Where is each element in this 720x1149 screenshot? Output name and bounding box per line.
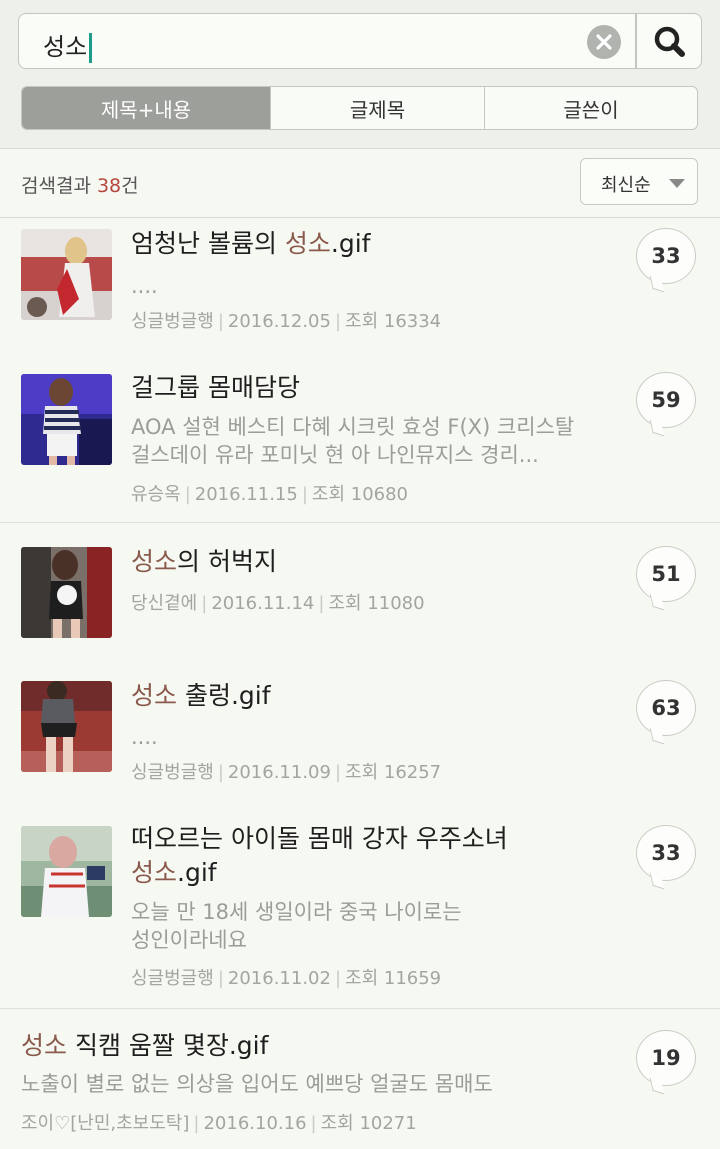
post-author: 조이♡[난민,초보도탁] [21,1113,190,1134]
post-title[interactable]: 엄청난 볼륨의 성소.gif [131,227,371,261]
post-preview-line2: 걸스데이 유라 포미닛 현 아 나인뮤지스 경리... [131,443,539,467]
post-meta: 싱글벙글행 | 2016.12.05 | 조회 16334 [131,311,442,332]
list-item[interactable]: 엄청난 볼륨의 성소.gif .... 싱글벙글행 | 2016.12.05 | 조회 … [0,219,720,349]
post-views: 조회 16334 [345,311,442,332]
comment-count-badge[interactable]: 19 [636,1030,696,1086]
comment-count-badge[interactable]: 51 [636,546,696,602]
tab-author[interactable]: 글쓴이 [484,87,697,129]
post-views: 조회 10271 [320,1113,417,1134]
post-preview-line2: 성인이라네요 [131,928,247,952]
list-item[interactable]: 성소 출렁.gif .... 싱글벙글행 | 2016.11.09 | 조회 16257… [0,660,720,803]
post-title[interactable]: 성소 출렁.gif [131,679,271,713]
list-item[interactable]: 걸그룹 몸매담당 AOA 설현 베스티 다혜 시크릿 효성 F(X) 크리스탈 … [0,349,720,522]
result-count: 검색결과 38건 [21,175,139,197]
post-meta: 유승옥 | 2016.11.15 | 조회 10680 [131,484,409,505]
post-date: 2016.11.09 [227,762,331,783]
post-preview: 노출이 별로 없는 의상을 입어도 예쁘당 얼굴도 몸매도 [21,1072,493,1096]
chevron-down-icon [669,179,685,188]
post-views: 조회 11659 [345,968,442,989]
post-views: 조회 16257 [345,762,442,783]
post-date: 2016.11.02 [227,968,331,989]
post-author: 싱글벙글행 [131,968,214,989]
comment-count-badge[interactable]: 33 [636,228,696,284]
tab-title-content[interactable]: 제목+내용 [22,87,270,129]
clear-search-icon[interactable] [587,25,621,59]
post-thumbnail [21,547,112,638]
post-title-line2[interactable]: 성소.gif [131,856,217,890]
post-thumbnail [21,229,112,320]
search-icon [654,26,685,57]
post-meta: 싱글벙글행 | 2016.11.02 | 조회 11659 [131,968,442,989]
comment-count-badge[interactable]: 59 [636,372,696,428]
post-preview: .... [131,725,158,749]
post-author: 싱글벙글행 [131,311,214,332]
post-thumbnail [21,681,112,772]
post-preview: AOA 설현 베스티 다혜 시크릿 효성 F(X) 크리스탈 [131,415,575,439]
post-date: 2016.12.05 [227,311,331,332]
tab-title[interactable]: 글제목 [270,87,484,129]
post-title[interactable]: 떠오르는 아이돌 몸매 강자 우주소녀 [131,822,508,856]
list-item[interactable]: 성소의 허벅지 당신곁에 | 2016.11.14 | 조회 11080 51 [0,523,720,660]
post-author: 당신곁에 [131,593,198,614]
comment-count-badge[interactable]: 63 [636,680,696,736]
list-item[interactable]: 성소 직캠 움짤 몇장.gif 노출이 별로 없는 의상을 입어도 예쁘당 얼굴… [0,1009,720,1149]
search-scope-tabs: 제목+내용 글제목 글쓴이 [21,86,698,130]
post-title[interactable]: 성소의 허벅지 [131,545,277,579]
search-header: 성소 제목+내용 글제목 글쓴이 [0,0,720,149]
search-button[interactable] [636,13,702,69]
post-date: 2016.11.14 [211,593,315,614]
text-cursor [89,33,93,63]
post-date: 2016.10.16 [203,1113,307,1134]
post-meta: 조이♡[난민,초보도탁] | 2016.10.16 | 조회 10271 [21,1113,417,1134]
post-title[interactable]: 성소 직캠 움짤 몇장.gif [21,1029,268,1063]
post-author: 싱글벙글행 [131,762,214,783]
post-preview: .... [131,274,158,298]
list-item[interactable]: 떠오르는 아이돌 몸매 강자 우주소녀 성소.gif 오늘 만 18세 생일이라… [0,803,720,1008]
comment-count-badge[interactable]: 33 [636,825,696,881]
search-query: 성소 [43,27,93,63]
search-input[interactable]: 성소 [18,13,636,69]
post-title[interactable]: 걸그룹 몸매담당 [131,371,300,405]
post-meta: 싱글벙글행 | 2016.11.09 | 조회 16257 [131,762,442,783]
post-views: 조회 11080 [328,593,425,614]
post-views: 조회 10680 [311,484,409,505]
sort-label: 최신순 [601,175,651,196]
post-date: 2016.11.15 [194,484,298,505]
sort-dropdown[interactable]: 최신순 [580,158,698,205]
post-meta: 당신곁에 | 2016.11.14 | 조회 11080 [131,593,425,614]
post-author: 유승옥 [131,484,181,505]
result-bar: 검색결과 38건 최신순 [0,149,720,218]
post-thumbnail [21,374,112,465]
post-thumbnail [21,826,112,917]
post-preview: 오늘 만 18세 생일이라 중국 나이로는 [131,900,462,924]
